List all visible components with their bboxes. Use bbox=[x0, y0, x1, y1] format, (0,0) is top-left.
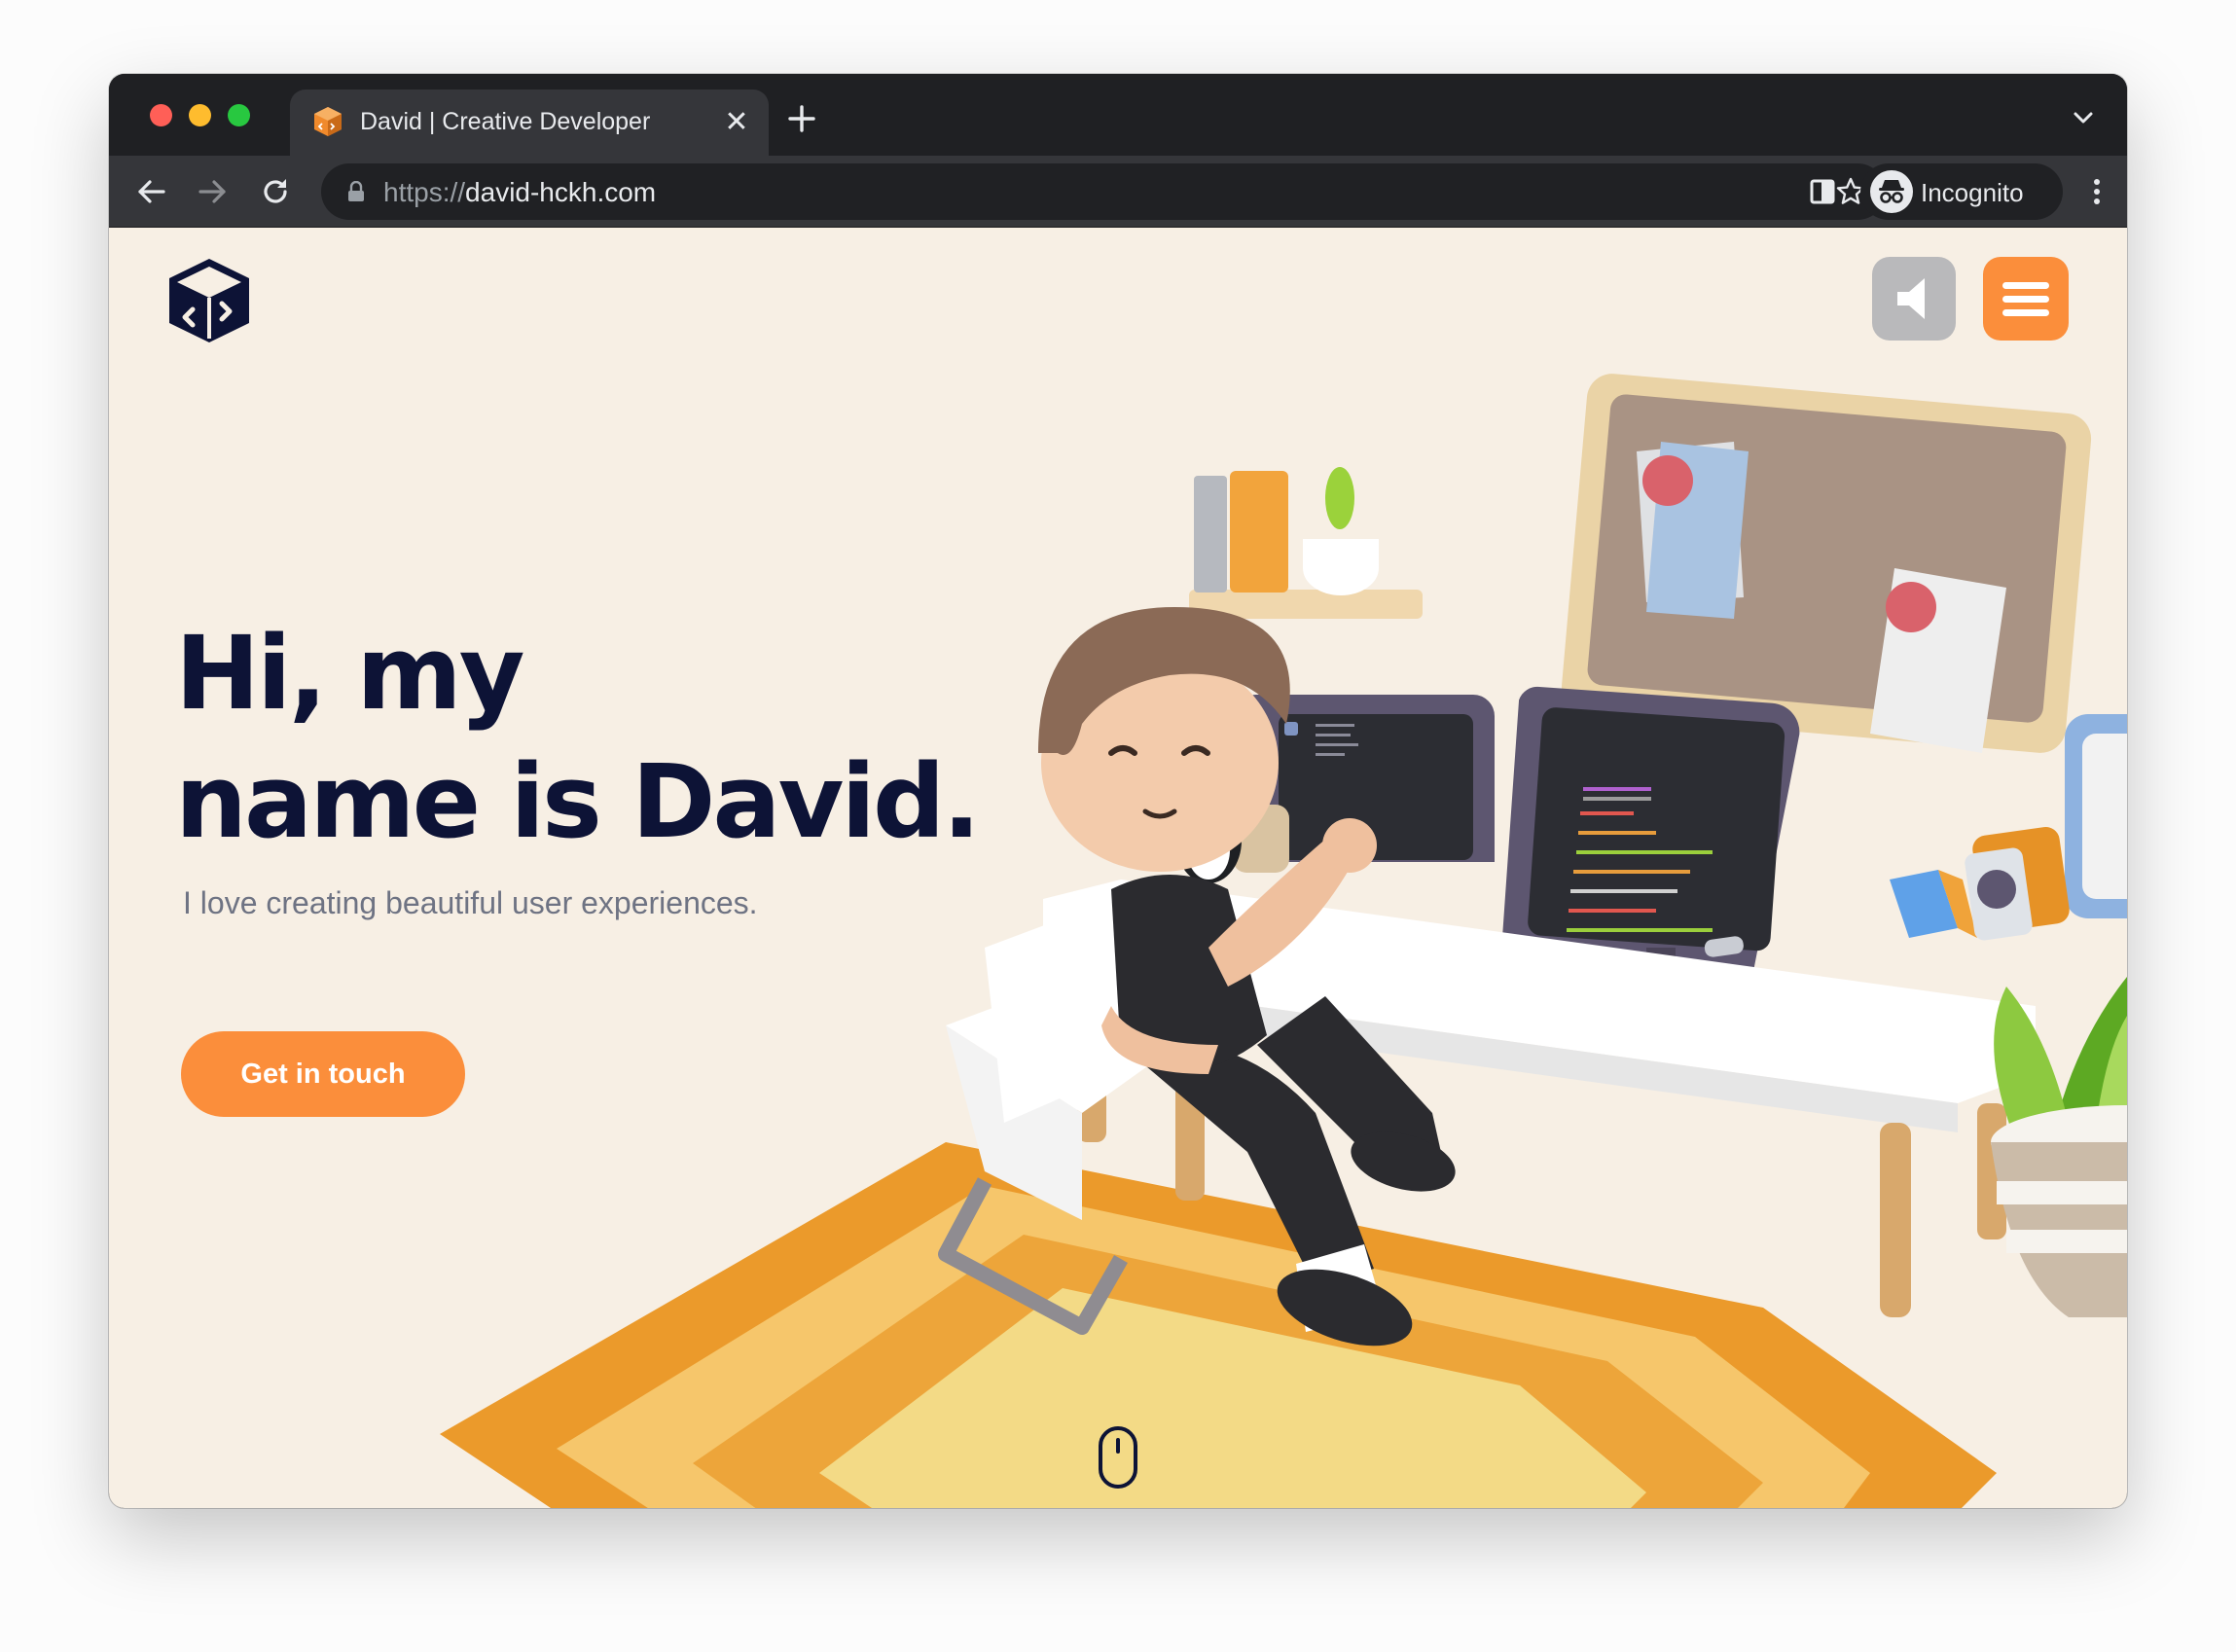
hero-headline: Hi, my name is David. bbox=[175, 609, 981, 866]
maximize-window-button[interactable] bbox=[228, 104, 250, 126]
url-host: david-hckh.com bbox=[465, 177, 657, 207]
hamburger-menu-icon bbox=[2002, 282, 2049, 316]
wall-shelf bbox=[1189, 467, 1423, 619]
back-arrow-icon[interactable] bbox=[132, 173, 169, 210]
url-scheme: https:// bbox=[383, 177, 466, 207]
close-window-button[interactable] bbox=[150, 104, 172, 126]
browser-toolbar: https://david-hckh.com Incognito bbox=[109, 156, 2127, 228]
tab-active[interactable]: David | Creative Developer ✕ bbox=[290, 90, 769, 156]
speaker-muted-icon bbox=[1897, 278, 1925, 319]
more-menu-icon[interactable] bbox=[2078, 173, 2115, 210]
speaker bbox=[1965, 827, 2070, 941]
rug bbox=[440, 1142, 1997, 1508]
rubiks-cube bbox=[1890, 870, 1977, 938]
mouse-scroll-icon[interactable] bbox=[1097, 1424, 1139, 1490]
cube-logo-icon[interactable] bbox=[163, 255, 255, 346]
address-bar[interactable]: https://david-hckh.com bbox=[321, 163, 1886, 220]
reload-icon[interactable] bbox=[257, 173, 294, 210]
potted-plant bbox=[1991, 977, 2127, 1317]
url-text: https://david-hckh.com bbox=[383, 177, 656, 208]
lock-icon bbox=[348, 181, 364, 201]
sound-toggle-button[interactable] bbox=[1872, 257, 1956, 341]
get-in-touch-button[interactable]: Get in touch bbox=[181, 1031, 465, 1117]
incognito-icon bbox=[1870, 170, 1913, 213]
tab-close-icon[interactable]: ✕ bbox=[722, 108, 751, 137]
hero-subtitle: I love creating beautiful user experienc… bbox=[183, 885, 758, 920]
menu-button[interactable] bbox=[1983, 257, 2069, 341]
incognito-label: Incognito bbox=[1921, 178, 2024, 207]
tab-title: David | Creative Developer bbox=[360, 108, 651, 135]
hero-headline-line-2: name is David. bbox=[175, 742, 981, 861]
side-panel-icon[interactable] bbox=[1804, 173, 1841, 210]
web-page: Hi, my name is David. I love creating be… bbox=[109, 228, 2127, 1508]
hero-headline-line-1: Hi, my bbox=[175, 614, 525, 733]
minimize-window-button[interactable] bbox=[189, 104, 211, 126]
incognito-profile-button[interactable]: Incognito bbox=[1860, 163, 2063, 220]
forward-arrow-icon[interactable] bbox=[195, 173, 232, 210]
cube-favicon-icon bbox=[314, 107, 342, 136]
browser-window: David | Creative Developer ✕ https://dav… bbox=[109, 74, 2127, 1508]
new-tab-plus-icon[interactable] bbox=[784, 101, 819, 136]
picture-frame bbox=[2065, 714, 2127, 918]
tab-search-chevron-icon[interactable] bbox=[2069, 103, 2098, 132]
tab-strip: David | Creative Developer ✕ bbox=[109, 74, 2127, 156]
